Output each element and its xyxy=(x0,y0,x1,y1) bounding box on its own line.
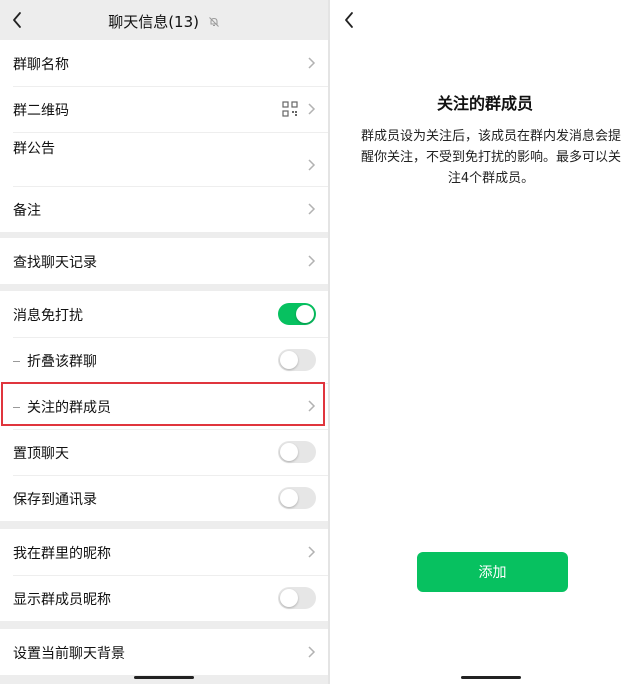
row-label: 备注 xyxy=(13,203,41,219)
row-do-not-disturb: 消息免打扰 xyxy=(0,291,328,337)
save-to-contacts-toggle[interactable] xyxy=(278,487,316,509)
toggle-knob xyxy=(280,489,298,507)
followed-members-title: 关注的群成员 xyxy=(436,94,533,113)
row-label: 群聊名称 xyxy=(13,57,69,73)
row-label: 查找聊天记录 xyxy=(13,255,97,271)
toggle-knob xyxy=(280,351,298,369)
row-chat-background[interactable]: 设置当前聊天背景 xyxy=(0,629,328,675)
pin-chat-toggle[interactable] xyxy=(278,441,316,463)
row-group-qrcode[interactable]: 群二维码 xyxy=(0,86,328,132)
row-group-name[interactable]: 群聊名称 xyxy=(0,40,328,86)
settings-group-background: 设置当前聊天背景 xyxy=(0,629,328,675)
show-nickname-toggle[interactable] xyxy=(278,587,316,609)
row-label: 我在群里的昵称 xyxy=(13,546,111,562)
row-label: 群公告 xyxy=(13,141,55,157)
row-label: 关注的群成员 xyxy=(13,397,111,417)
page-title-text: 聊天信息(13) xyxy=(108,13,199,31)
do-not-disturb-toggle[interactable] xyxy=(278,303,316,325)
settings-group-nickname: 我在群里的昵称 显示群成员昵称 xyxy=(0,529,328,621)
row-label: 消息免打扰 xyxy=(13,308,83,324)
chat-info-header: 聊天信息(13) xyxy=(0,0,328,40)
row-label-text: 关注的群成员 xyxy=(27,400,111,416)
settings-group-basic: 群聊名称 群二维码 群公告 备注 xyxy=(0,40,328,232)
followed-members-description: 群成员设为关注后，该成员在群内发消息会提醒你关注，不受到免打扰的影响。最多可以关… xyxy=(360,129,621,186)
row-fold-chat: 折叠该群聊 xyxy=(0,337,328,383)
chevron-right-icon xyxy=(308,159,316,171)
row-group-notice[interactable]: 群公告 xyxy=(0,132,328,186)
chevron-right-icon xyxy=(308,203,316,215)
row-followed-members[interactable]: 关注的群成员 xyxy=(0,383,328,429)
row-label: 折叠该群聊 xyxy=(13,351,97,371)
settings-group-search: 查找聊天记录 xyxy=(0,238,328,284)
row-search-history[interactable]: 查找聊天记录 xyxy=(0,238,328,284)
followed-members-screen: 关注的群成员 群成员设为关注后，该成员在群内发消息会提醒你关注，不受到免打扰的影… xyxy=(330,0,640,684)
add-member-button[interactable]: 添加 xyxy=(417,552,568,592)
row-my-nickname[interactable]: 我在群里的昵称 xyxy=(0,529,328,575)
dash-mark xyxy=(13,361,20,362)
qr-code-icon xyxy=(282,101,298,117)
mute-bell-icon xyxy=(208,17,219,27)
chevron-right-icon xyxy=(308,546,316,558)
page-title: 聊天信息(13) xyxy=(0,11,328,32)
row-remark[interactable]: 备注 xyxy=(0,186,328,232)
row-label: 置顶聊天 xyxy=(13,446,69,462)
chevron-right-icon xyxy=(308,255,316,267)
toggle-knob xyxy=(280,443,298,461)
home-indicator xyxy=(461,676,521,679)
back-arrow-icon[interactable] xyxy=(338,8,362,32)
home-indicator xyxy=(134,676,194,679)
row-label: 群二维码 xyxy=(13,103,69,119)
toggle-knob xyxy=(280,589,298,607)
row-show-member-nickname: 显示群成员昵称 xyxy=(0,575,328,621)
chevron-right-icon xyxy=(308,103,316,115)
row-label: 显示群成员昵称 xyxy=(13,592,111,608)
fold-chat-toggle[interactable] xyxy=(278,349,316,371)
chat-info-screen: 聊天信息(13) 群聊名称 群二维码 群公告 备注 查找聊天记录 消息免打扰 折… xyxy=(0,0,328,684)
row-pin-chat: 置顶聊天 xyxy=(0,429,328,475)
row-label: 保存到通讯录 xyxy=(13,492,97,508)
row-label: 设置当前聊天背景 xyxy=(13,646,125,662)
row-label-text: 折叠该群聊 xyxy=(27,354,97,370)
chevron-right-icon xyxy=(308,57,316,69)
screenshot-pair: 聊天信息(13) 群聊名称 群二维码 群公告 备注 查找聊天记录 消息免打扰 折… xyxy=(0,0,640,684)
settings-group-notifications: 消息免打扰 折叠该群聊 关注的群成员 置顶聊天 保存到通讯录 xyxy=(0,291,328,521)
dash-mark xyxy=(13,407,20,408)
row-save-to-contacts: 保存到通讯录 xyxy=(0,475,328,521)
chevron-right-icon xyxy=(308,646,316,658)
chevron-right-icon xyxy=(308,400,316,412)
toggle-knob xyxy=(296,305,314,323)
